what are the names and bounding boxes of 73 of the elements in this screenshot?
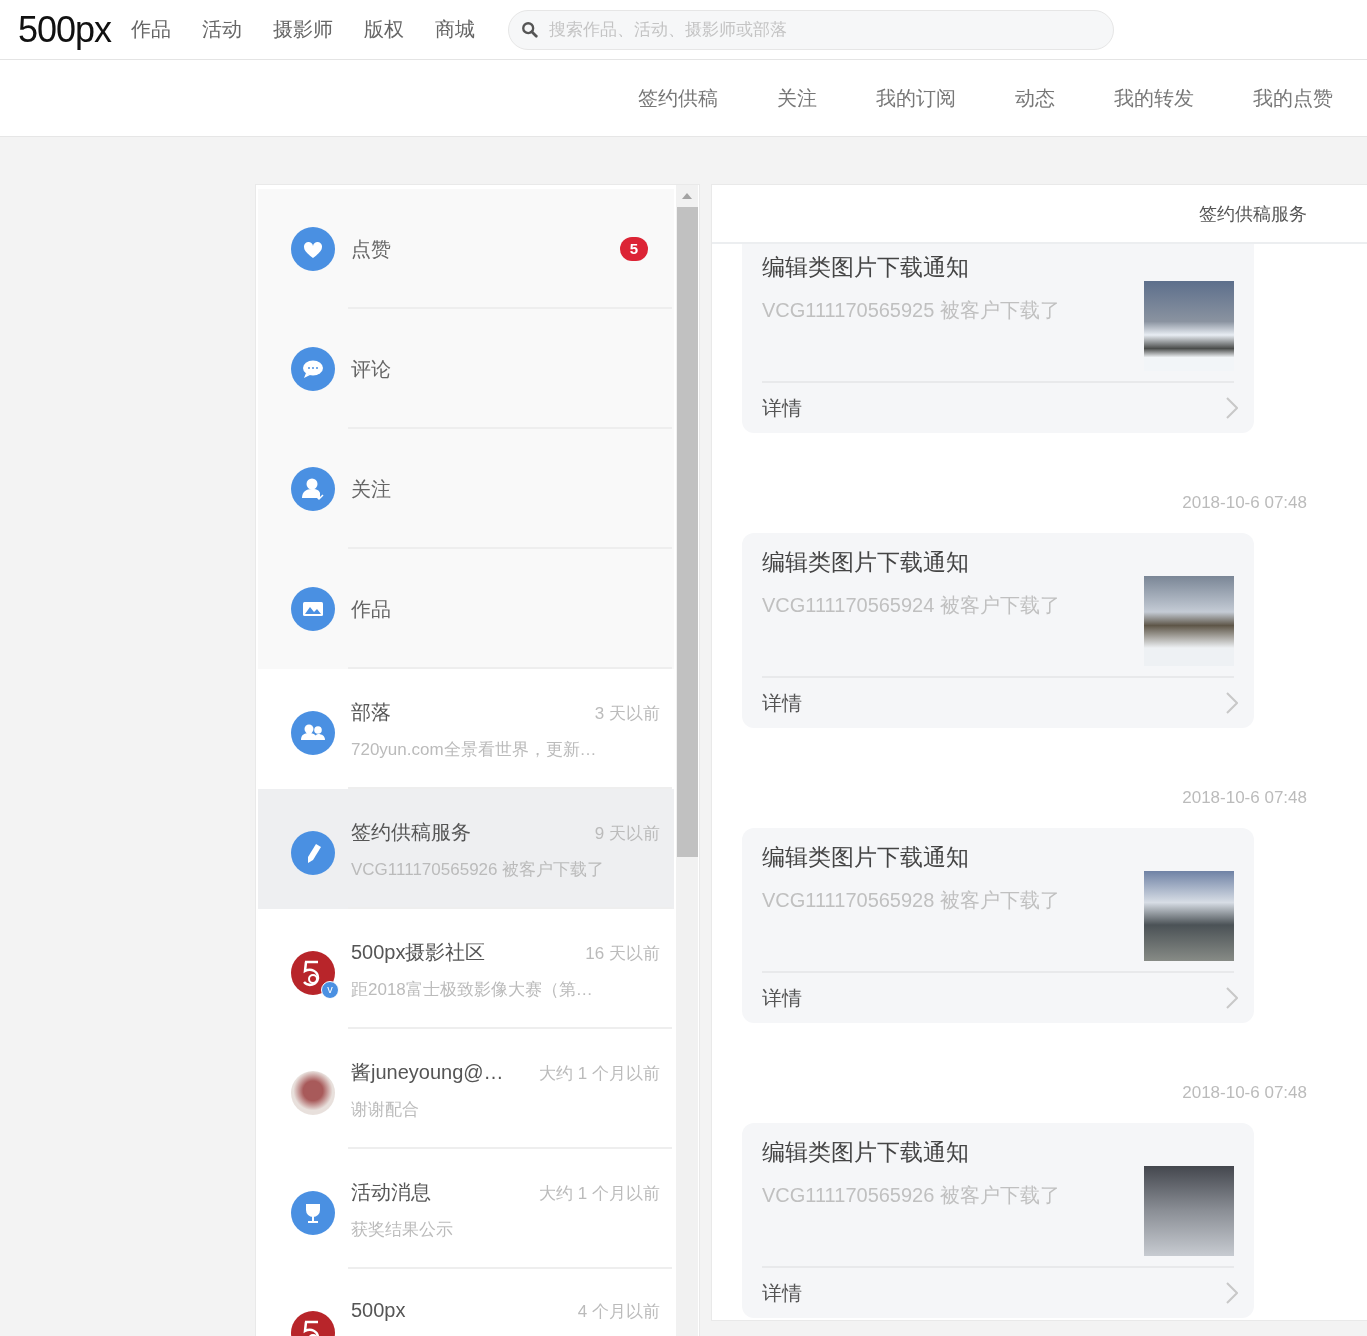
- nav-link[interactable]: 活动: [202, 16, 243, 43]
- unread-count-badge: 5: [620, 237, 648, 261]
- details-link[interactable]: 详情: [762, 973, 1238, 1023]
- notification-text: VCG111170565925 被客户下载了: [762, 298, 1060, 323]
- chevron-right-icon: [1226, 1282, 1238, 1304]
- message-timestamp: 2018-10-6 07:48: [1182, 1083, 1307, 1103]
- subnav-tab[interactable]: 动态: [1015, 84, 1055, 112]
- notification-title: 编辑类图片下载通知: [762, 843, 970, 872]
- nav-link[interactable]: 版权: [364, 16, 405, 43]
- category-label: 点赞: [351, 236, 392, 262]
- conversation-preview: 获奖结果公示: [351, 1219, 454, 1241]
- message-list-item[interactable]: 作品: [258, 549, 674, 669]
- conversation-preview: 720yun.com全景看世界，更新…: [351, 739, 598, 761]
- nav-link[interactable]: 摄影师: [273, 16, 334, 43]
- conversation-header-title: 签约供稿服务: [1199, 202, 1307, 226]
- chevron-right-icon: [1226, 397, 1238, 419]
- subnav-tab[interactable]: 签约供稿: [638, 84, 718, 112]
- verified-badge: v: [321, 981, 339, 999]
- message-list-item[interactable]: 评论: [258, 309, 674, 429]
- heart-avatar-icon: [291, 227, 335, 271]
- conversation-preview: 距2018富士极致影像大赛（第…: [351, 979, 594, 1001]
- conversation-title: 500px摄影社区: [351, 940, 486, 965]
- details-link[interactable]: 详情: [762, 1268, 1238, 1318]
- conversation-title: 活动消息: [351, 1180, 431, 1205]
- subnav-tab[interactable]: 我的点赞: [1253, 84, 1333, 112]
- conversation-time: 大约 1 个月以前: [539, 1063, 660, 1085]
- conversation-title: 签约供稿服务: [351, 820, 471, 845]
- message-list-item[interactable]: 活动消息 大约 1 个月以前 获奖结果公示: [258, 1149, 674, 1269]
- message-timestamp: 2018-10-6 07:48: [1182, 788, 1307, 808]
- conversation-preview: 谢谢配合: [351, 1099, 420, 1121]
- category-label: 评论: [351, 356, 392, 382]
- conversation-time: 4 个月以前: [577, 1301, 660, 1323]
- category-label: 关注: [351, 476, 392, 502]
- chevron-right-icon: [1226, 692, 1238, 714]
- pencil-avatar-icon: [291, 831, 335, 875]
- notification-text: VCG111170565926 被客户下载了: [762, 1183, 1060, 1208]
- logo-avatar-icon: [291, 951, 335, 995]
- message-list-item[interactable]: 点赞 5: [258, 189, 674, 309]
- scrollbar-thumb[interactable]: [676, 207, 698, 857]
- notification-title: 编辑类图片下载通知: [762, 1138, 970, 1167]
- notification-title: 编辑类图片下载通知: [762, 548, 970, 577]
- conversation-title: 酱juneyoung@…: [351, 1060, 504, 1085]
- nav-link[interactable]: 作品: [131, 16, 172, 43]
- subnav-tab[interactable]: 我的订阅: [876, 84, 956, 112]
- user-avatar-icon: [291, 467, 335, 511]
- trophy-avatar-icon: [291, 1191, 335, 1235]
- conversation-title: 500px: [351, 1299, 406, 1322]
- conversation-title: 部落: [351, 700, 391, 725]
- nav-link[interactable]: 商城: [435, 16, 476, 43]
- message-list-item[interactable]: 酱juneyoung@… 大约 1 个月以前 谢谢配合: [258, 1029, 674, 1149]
- conversation-time: 3 天以前: [594, 703, 660, 725]
- subnav-tab[interactable]: 关注: [777, 84, 817, 112]
- notification-title: 编辑类图片下载通知: [762, 253, 970, 282]
- message-list-item[interactable]: 关注: [258, 429, 674, 549]
- details-link[interactable]: 详情: [762, 678, 1238, 728]
- notification-text: VCG111170565924 被客户下载了: [762, 593, 1060, 618]
- details-link[interactable]: 详情: [762, 383, 1238, 433]
- notification-text: VCG111170565928 被客户下载了: [762, 888, 1060, 913]
- conversation-time: 16 天以前: [585, 943, 660, 965]
- chat-avatar-icon: [291, 347, 335, 391]
- logo[interactable]: 500px: [18, 8, 112, 51]
- conversation-time: 大约 1 个月以前: [539, 1183, 660, 1205]
- message-timestamp: 2018-10-6 07:48: [1182, 493, 1307, 513]
- group-avatar-icon: [291, 711, 335, 755]
- image-avatar-icon: [291, 587, 335, 631]
- scrollbar[interactable]: [676, 185, 698, 1336]
- avatar-photo: [291, 1071, 335, 1115]
- subnav-tab[interactable]: 我的转发: [1114, 84, 1194, 112]
- scroll-up-arrow-icon[interactable]: [682, 193, 692, 199]
- message-list-item[interactable]: 部落 3 天以前 720yun.com全景看世界，更新…: [258, 669, 674, 789]
- chevron-right-icon: [1226, 987, 1238, 1009]
- message-list-item[interactable]: v 500px摄影社区 16 天以前 距2018富士极致影像大赛（第…: [258, 909, 674, 1029]
- category-label: 作品: [351, 596, 392, 622]
